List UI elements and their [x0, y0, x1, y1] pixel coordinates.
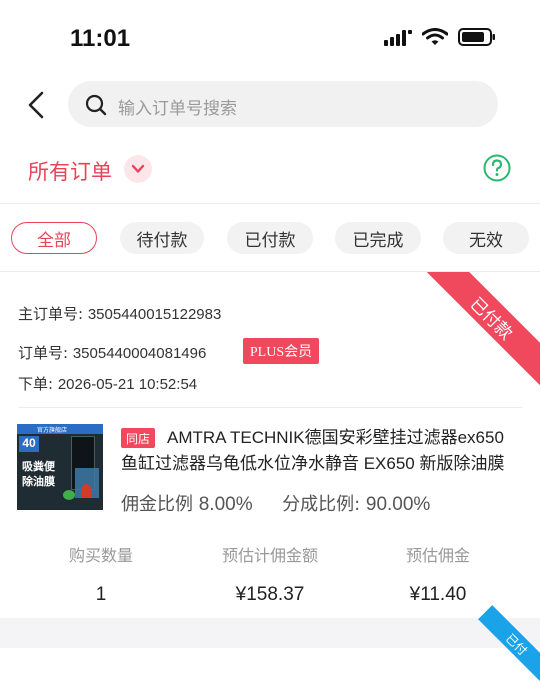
status-bar: 11:01 — [0, 0, 540, 70]
search-placeholder: 输入订单号搜索 — [118, 99, 237, 119]
order-label: 订单号: — [18, 344, 69, 362]
filter-row: 所有订单 — [0, 144, 540, 196]
plus-member-badge: PLUS会员 — [243, 338, 319, 364]
placed-line: 下单: 2026-05-21 10:52:54 — [18, 373, 197, 394]
divider — [0, 203, 540, 204]
share-rate-label: 分成比例: — [282, 494, 361, 515]
product-title[interactable]: AMTRA TECHNIK德国安彩壁挂过滤器ex650鱼缸过滤器乌龟低水位净水静… — [121, 425, 516, 477]
thumb-line1: 吸粪便 — [22, 460, 55, 473]
dropdown-toggle[interactable] — [124, 155, 152, 183]
product-thumbnail[interactable]: 官方旗舰店 40 吸粪便 除油膜 — [17, 424, 103, 510]
stat-label: 购买数量 — [68, 546, 133, 565]
placed-label: 下单: — [18, 375, 54, 393]
thumb-number: 40 — [19, 436, 39, 452]
search-input[interactable]: 输入订单号搜索 — [68, 81, 498, 127]
main-order-number: 3505440015122983 — [87, 306, 222, 323]
tab-pending-payment[interactable]: 待付款 — [120, 222, 204, 254]
card-separator — [0, 618, 540, 648]
thumb-line2: 除油膜 — [22, 475, 55, 488]
stat-label: 预估佣金 — [405, 546, 470, 565]
stat-value: ¥158.37 — [235, 584, 305, 605]
share-rate: 90.00% — [365, 494, 431, 515]
main-order-line: 主订单号: 3505440015122983 — [18, 303, 221, 324]
commission-rates: 佣金比例 8.00% 分成比例: 90.00% — [121, 490, 430, 516]
stat-value: 1 — [95, 584, 107, 605]
status-icons — [384, 28, 496, 46]
status-tabs: 全部 待付款 已付款 已完成 无效 — [0, 214, 540, 262]
main-order-label: 主订单号: — [18, 305, 84, 323]
help-icon[interactable] — [483, 154, 511, 182]
search-icon — [85, 94, 107, 116]
tab-paid[interactable]: 已付款 — [227, 222, 313, 254]
commission-rate: 8.00% — [198, 494, 253, 515]
order-line: 订单号: 3505440004081496 — [18, 342, 206, 363]
stat-label: 预估计佣金额 — [221, 546, 318, 565]
divider — [18, 407, 522, 408]
stat-quantity: 购买数量 1 — [21, 542, 181, 606]
commission-rate-label: 佣金比例 — [121, 494, 193, 515]
order-card[interactable]: 已付款 主订单号: 3505440015122983 订单号: 35054400… — [0, 272, 540, 618]
cellular-signal-icon — [384, 30, 412, 46]
placed-time: 2026-05-21 10:52:54 — [57, 376, 198, 393]
stat-estimated-commission: 预估佣金 ¥11.40 — [358, 542, 518, 606]
battery-icon — [458, 28, 495, 46]
order-number: 3505440004081496 — [72, 345, 207, 362]
tab-completed[interactable]: 已完成 — [335, 222, 421, 254]
tab-invalid[interactable]: 无效 — [443, 222, 529, 254]
stat-commission-base: 预估计佣金额 ¥158.37 — [190, 542, 350, 606]
wifi-icon — [422, 28, 448, 45]
header: 输入订单号搜索 — [0, 78, 540, 134]
stat-value: ¥11.40 — [409, 584, 467, 605]
thumb-badge: 官方旗舰店 — [37, 427, 68, 434]
same-shop-tag: 同店 — [121, 428, 155, 448]
tab-all[interactable]: 全部 — [11, 222, 97, 254]
status-ribbon: 已付款 — [415, 272, 540, 395]
chevron-down-icon — [131, 164, 145, 173]
status-time: 11:01 — [70, 25, 131, 52]
back-icon[interactable] — [22, 90, 52, 120]
all-orders-dropdown[interactable]: 所有订单 — [28, 156, 112, 186]
